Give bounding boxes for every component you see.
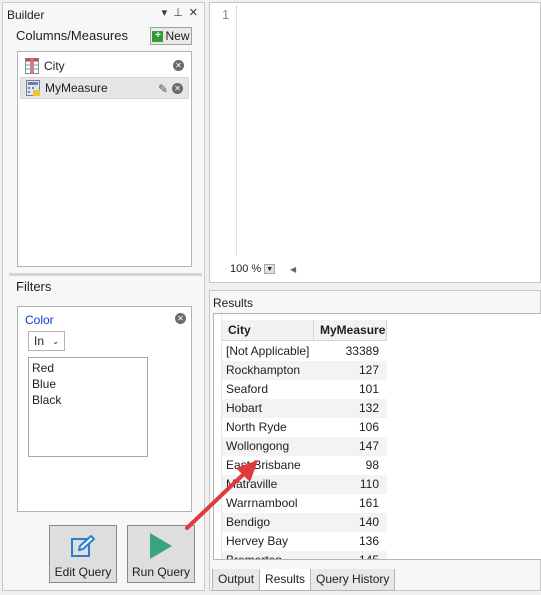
new-button[interactable]: + New — [150, 27, 192, 45]
edit-query-button[interactable]: Edit Query — [49, 525, 117, 583]
cell-city[interactable]: Rockhampton — [222, 361, 314, 380]
cell-city[interactable]: Hervey Bay — [222, 532, 314, 551]
cell-city[interactable]: Bremerton — [222, 551, 314, 559]
remove-icon[interactable]: ✕ — [172, 83, 183, 94]
zoom-control[interactable]: 100 % ▼ — [230, 263, 276, 275]
table-row[interactable]: Hobart 132 — [222, 399, 387, 418]
filter-value[interactable]: Red — [32, 360, 144, 376]
grid-body: [Not Applicable] 33389 Rockhampton 127 Seafo… — [222, 342, 387, 559]
run-query-button[interactable]: Run Query — [127, 525, 195, 583]
edit-query-label: Edit Query — [54, 565, 112, 579]
cell-mymeasure[interactable]: 106 — [314, 418, 387, 437]
table-row[interactable]: [Not Applicable] 33389 — [222, 342, 387, 361]
pencil-icon[interactable]: ✎ — [158, 82, 168, 96]
column-label: MyMeasure — [45, 81, 108, 95]
cell-city[interactable]: [Not Applicable] — [222, 342, 314, 361]
cell-city[interactable]: Wollongong — [222, 437, 314, 456]
table-row[interactable]: Bremerton 145 — [222, 551, 387, 559]
columns-list[interactable]: City ✕ MyMeasure ✎ ✕ — [17, 51, 192, 267]
grid-header: City MyMeasure — [222, 320, 387, 341]
table-column-icon — [25, 58, 39, 74]
results-grid[interactable]: City MyMeasure [Not Applicable] 33389 Rock… — [213, 313, 541, 560]
cell-mymeasure[interactable]: 161 — [314, 494, 387, 513]
table-row[interactable]: Matraville 110 — [222, 475, 387, 494]
tab-results[interactable]: Results — [259, 569, 312, 591]
remove-filter-icon[interactable]: ✕ — [175, 313, 186, 324]
cell-mymeasure[interactable]: 101 — [314, 380, 387, 399]
table-row[interactable]: East Brisbane 98 — [222, 456, 387, 475]
cell-mymeasure[interactable]: 140 — [314, 513, 387, 532]
results-title: Results — [213, 296, 254, 310]
column-header-city[interactable]: City — [222, 320, 314, 340]
remove-icon[interactable]: ✕ — [173, 60, 184, 71]
filter-value[interactable]: Black — [32, 392, 144, 408]
builder-title: Builder — [7, 8, 45, 22]
cell-city[interactable]: Warrnambool — [222, 494, 314, 513]
cell-mymeasure[interactable]: 147 — [314, 437, 387, 456]
table-row[interactable]: Wollongong 147 — [222, 437, 387, 456]
column-item-mymeasure[interactable]: MyMeasure ✎ ✕ — [20, 77, 189, 99]
pin-icon[interactable]: ⊥ — [173, 6, 183, 19]
zoom-level: 100 % — [230, 263, 262, 275]
filter-values-list[interactable]: Red Blue Black — [28, 357, 148, 457]
cell-mymeasure[interactable]: 127 — [314, 361, 387, 380]
tab-query-history[interactable]: Query History — [310, 569, 396, 591]
chevron-down-icon: ⌄ — [52, 336, 59, 346]
edit-icon — [71, 535, 95, 557]
table-row[interactable]: Warrnambool 161 — [222, 494, 387, 513]
cell-city[interactable]: Hobart — [222, 399, 314, 418]
tab-output[interactable]: Output — [212, 569, 261, 591]
panel-title-buttons: ▾ ⊥ ✕ — [162, 6, 198, 19]
cell-mymeasure[interactable]: 145 — [314, 551, 387, 559]
results-panel: Results City MyMeasure [Not Applicable] 3… — [209, 290, 541, 591]
table-row[interactable]: Bendigo 140 — [222, 513, 387, 532]
cell-city[interactable]: Bendigo — [222, 513, 314, 532]
filter-operator-select[interactable]: In ⌄ — [28, 331, 65, 351]
calculator-measure-icon — [26, 80, 40, 96]
builder-panel: Builder ▾ ⊥ ✕ Columns/Measures + New Cit… — [2, 2, 205, 591]
column-header-mymeasure[interactable]: MyMeasure — [314, 320, 387, 340]
cell-mymeasure[interactable]: 33389 — [314, 342, 387, 361]
filter-card: Color ✕ In ⌄ Red Blue Black — [17, 306, 192, 512]
close-icon[interactable]: ✕ — [189, 6, 198, 19]
new-button-label: New — [165, 29, 190, 43]
cell-city[interactable]: Seaford — [222, 380, 314, 399]
column-item-city[interactable]: City ✕ — [20, 55, 189, 77]
filter-field-name: Color — [25, 313, 54, 327]
run-query-label: Run Query — [131, 565, 191, 579]
filters-label: Filters — [16, 279, 52, 294]
table-row[interactable]: Rockhampton 127 — [222, 361, 387, 380]
filter-operator-value: In — [34, 334, 45, 348]
play-icon — [150, 533, 172, 559]
query-editor[interactable]: 1 100 % ▼ ◀ — [209, 2, 541, 283]
row-header-strip — [214, 314, 222, 559]
cell-city[interactable]: Matraville — [222, 475, 314, 494]
chevron-down-icon[interactable]: ▼ — [264, 264, 276, 274]
table-row[interactable]: Hervey Bay 136 — [222, 532, 387, 551]
columns-measures-label: Columns/Measures — [16, 28, 128, 43]
gutter-divider — [236, 6, 237, 256]
splitter[interactable] — [9, 273, 202, 276]
plus-icon: + — [152, 30, 164, 42]
column-label: City — [44, 59, 65, 73]
filter-value[interactable]: Blue — [32, 376, 144, 392]
dropdown-icon[interactable]: ▾ — [162, 6, 168, 19]
table-row[interactable]: Seaford 101 — [222, 380, 387, 399]
cell-mymeasure[interactable]: 132 — [314, 399, 387, 418]
table-row[interactable]: North Ryde 106 — [222, 418, 387, 437]
cell-city[interactable]: East Brisbane — [222, 456, 314, 475]
line-number: 1 — [222, 7, 230, 22]
scroll-left-icon[interactable]: ◀ — [290, 265, 296, 274]
cell-mymeasure[interactable]: 110 — [314, 475, 387, 494]
cell-mymeasure[interactable]: 136 — [314, 532, 387, 551]
cell-mymeasure[interactable]: 98 — [314, 456, 387, 475]
cell-city[interactable]: North Ryde — [222, 418, 314, 437]
results-tabs: Output Results Query History — [212, 569, 396, 591]
